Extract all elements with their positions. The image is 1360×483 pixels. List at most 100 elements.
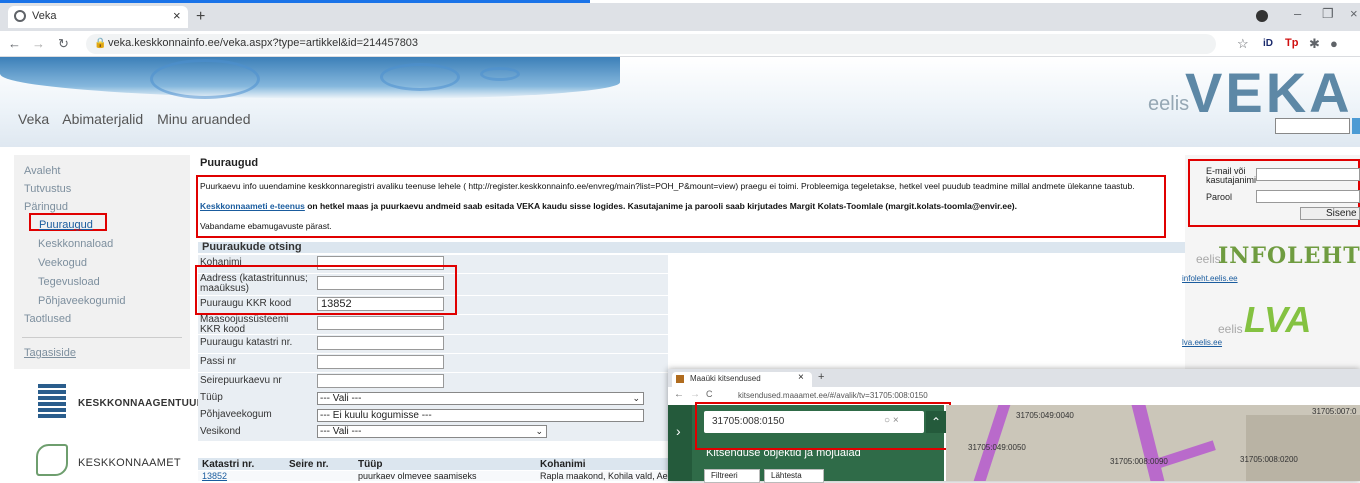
col-kohanimi: Kohanimi xyxy=(540,459,586,470)
address-bar[interactable]: 🔒 veka.keskkonnainfo.ee/veka.aspx?type=a… xyxy=(86,34,1216,54)
label-passi: Passi nr xyxy=(200,356,237,367)
label-katastri: Puuraugu katastri nr. xyxy=(200,337,293,348)
maximize-icon[interactable]: ❐ xyxy=(1322,6,1334,22)
lva-eelis-prefix: eelis xyxy=(1218,322,1243,336)
account-icon[interactable] xyxy=(1256,10,1268,22)
cadastre-map[interactable]: 31705:049:0040 31705:049:0050 31705:008:… xyxy=(946,405,1360,481)
tyyp-select[interactable]: --- Vali --- ⌄ xyxy=(317,392,644,405)
forward-icon[interactable]: → xyxy=(32,36,45,51)
pohjaveekogum-select-value: --- Ei kuulu kogumisse --- xyxy=(320,410,432,421)
star-icon[interactable]: ☆ xyxy=(1237,36,1249,52)
chevron-down-icon: ⌄ xyxy=(535,426,543,436)
water-splash xyxy=(0,57,620,99)
highlight-cadastre-search xyxy=(695,402,951,450)
katastri-input[interactable] xyxy=(317,336,444,350)
sidebar-item-pohjaveekogumid[interactable]: Põhjaveekogumid xyxy=(38,295,125,307)
label-tyyp: Tüüp xyxy=(200,392,223,403)
logo-keskkonnaamet: KESKKONNAAMET xyxy=(78,457,181,469)
pohjaveekogum-select[interactable]: --- Ei kuulu kogumisse --- xyxy=(317,409,644,422)
new-tab-icon[interactable]: + xyxy=(196,8,205,26)
sidebar-item-veekogud[interactable]: Veekogud xyxy=(38,257,87,269)
page-title: Puuraugud xyxy=(200,157,259,169)
sidebar-item-keskkonnaload[interactable]: Keskkonnaload xyxy=(38,238,113,250)
collapse-strip[interactable] xyxy=(668,405,692,481)
veka-logo: VEKA xyxy=(1185,61,1353,124)
infoleht-eelis-prefix: eelis xyxy=(1196,252,1221,266)
lva-link[interactable]: lva.eelis.ee xyxy=(1182,338,1222,347)
lock-icon: 🔒 xyxy=(94,38,107,49)
notice-2: Keskkonnaameti e-teenus on hetkel maas j… xyxy=(200,201,1162,211)
notice-1: Puurkaevu info uuendamine keskkonnaregis… xyxy=(200,181,1135,191)
popup-url: kitsendused.maaamet.ee/#/avalik/tv=31705… xyxy=(738,391,928,400)
password-field[interactable] xyxy=(1256,190,1360,203)
bubble-decor xyxy=(480,67,520,81)
results-header-row xyxy=(198,458,668,470)
tp-extension-icon[interactable]: Tp xyxy=(1285,37,1298,49)
lva-logo: LVA xyxy=(1244,299,1312,340)
map-label: 31705:049:0040 xyxy=(1016,411,1074,420)
notice-2-text: on hetkel maas ja puurkaevu andmeid saab… xyxy=(304,201,1017,211)
passi-input[interactable] xyxy=(317,355,444,369)
close-tab-icon[interactable]: × xyxy=(173,8,181,23)
vesikond-select-value: --- Vali --- xyxy=(320,426,362,437)
search-button[interactable] xyxy=(1352,118,1360,134)
header-search-input[interactable] xyxy=(1275,118,1350,134)
new-tab-icon[interactable]: + xyxy=(818,371,824,383)
feedback-link[interactable]: Tagasiside xyxy=(24,347,76,359)
sidebar-item-tutvustus[interactable]: Tutvustus xyxy=(24,183,71,195)
search-form-header: Puuraukude otsing xyxy=(198,242,1198,253)
close-tab-icon[interactable]: × xyxy=(798,372,804,383)
cell-tyyp: puurkaev olmevee saamiseks xyxy=(358,471,477,481)
map-label: 31705:007:0 xyxy=(1312,407,1357,416)
tyyp-select-value: --- Vali --- xyxy=(320,393,362,404)
popup-tab[interactable]: Maaüki kitsendused × xyxy=(672,372,812,387)
vesikond-select[interactable]: --- Vali --- ⌄ xyxy=(317,425,547,438)
extensions-icon[interactable]: ✱ xyxy=(1309,36,1320,52)
sidebar-item-puuraugud[interactable]: Puuraugud xyxy=(39,219,93,231)
nav-abimaterjalid[interactable]: Abimaterjalid xyxy=(62,111,143,127)
col-tyyp: Tüüp xyxy=(358,459,383,470)
login-button[interactable]: Sisene xyxy=(1300,207,1360,220)
nav-veka[interactable]: Veka xyxy=(18,111,49,127)
keskkonnaamet-emblem-icon xyxy=(36,444,68,476)
logo-keskkonnaagentuur: KESKKONNAAGENTUUR xyxy=(78,398,205,409)
reload-icon[interactable]: ↻ xyxy=(58,36,69,52)
nav-minu-aruanded[interactable]: Minu aruanded xyxy=(157,111,250,127)
map-label: 31705:049:0050 xyxy=(968,443,1026,452)
sidebar-divider xyxy=(22,337,182,338)
bubble-decor xyxy=(380,63,460,91)
sidebar-item-paringud[interactable]: Päringud xyxy=(24,201,68,213)
profile-icon[interactable]: ● xyxy=(1330,36,1338,51)
forward-icon[interactable]: → xyxy=(690,389,700,400)
sidebar-item-tegevusload[interactable]: Tegevusload xyxy=(38,276,100,288)
seire-input[interactable] xyxy=(317,374,444,388)
email-field[interactable] xyxy=(1256,168,1360,181)
sidebar-item-taotlused[interactable]: Taotlused xyxy=(24,313,71,325)
minimize-icon[interactable]: – xyxy=(1294,6,1301,21)
label-email: E-mail või kasutajanimi xyxy=(1206,166,1257,185)
highlight-kkr xyxy=(195,265,457,315)
keskkonnaagentuur-emblem-icon xyxy=(38,384,66,418)
label-pohjaveekogum: Põhjaveekogum xyxy=(200,409,272,420)
favicon-icon xyxy=(676,375,684,383)
reload-icon[interactable]: C xyxy=(706,389,713,399)
chevron-right-icon[interactable]: › xyxy=(676,423,681,439)
close-window-icon[interactable]: × xyxy=(1350,6,1358,21)
maasoojus-input[interactable] xyxy=(317,316,444,330)
map-label: 31705:008:0200 xyxy=(1240,455,1298,464)
back-icon[interactable]: ← xyxy=(674,389,684,400)
browser-tab[interactable]: Veka × xyxy=(8,6,188,28)
infoleht-logo: INFOLEHT xyxy=(1218,243,1360,269)
cell-katastri[interactable]: 13852 xyxy=(202,471,227,481)
back-icon[interactable]: ← xyxy=(8,36,21,51)
sidebar-item-avaleht[interactable]: Avaleht xyxy=(24,165,61,177)
url-text: veka.keskkonnainfo.ee/veka.aspx?type=art… xyxy=(108,37,419,49)
infoleht-link[interactable]: infoleht.eelis.ee xyxy=(1182,274,1238,283)
label-password: Parool xyxy=(1206,192,1233,202)
globe-icon xyxy=(14,10,26,22)
map-parcel xyxy=(1246,415,1360,481)
id-extension-icon[interactable]: iD xyxy=(1263,38,1273,49)
col-seire: Seire nr. xyxy=(289,459,329,470)
map-label: 31705:008:0090 xyxy=(1110,457,1168,466)
e-teenus-link[interactable]: Keskkonnaameti e-teenus xyxy=(200,201,305,211)
